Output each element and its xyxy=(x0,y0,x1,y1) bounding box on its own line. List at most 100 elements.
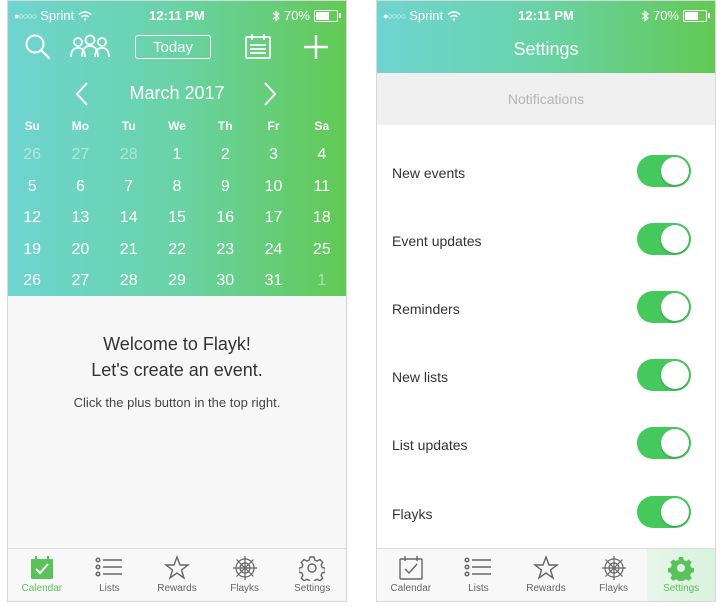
calendar-day[interactable]: 8 xyxy=(153,171,201,203)
list-icon xyxy=(95,557,123,577)
setting-toggle[interactable] xyxy=(637,223,691,255)
calendar-day[interactable]: 10 xyxy=(249,171,297,203)
tab-bar: Calendar Lists Rewards Flayks Settings xyxy=(8,548,346,601)
search-icon[interactable] xyxy=(24,33,52,66)
calendar-day[interactable]: 18 xyxy=(298,202,346,234)
tab-settings[interactable]: Settings xyxy=(278,549,346,601)
tab-calendar[interactable]: Calendar xyxy=(8,549,76,601)
settings-header: ●○○○○ Sprint 12:11 PM 70% Settings xyxy=(377,1,715,73)
weekday-label: Mo xyxy=(71,119,90,133)
calendar-day[interactable]: 20 xyxy=(56,234,104,266)
calendar-header: ●○○○○ Sprint 12:11 PM 70% Today March 20… xyxy=(8,1,346,296)
tab-lists[interactable]: Lists xyxy=(445,549,513,601)
tab-label-flayks: Flayks xyxy=(599,583,629,594)
calendar-day[interactable]: 4 xyxy=(298,139,346,171)
battery-fill xyxy=(316,11,329,20)
calendar-day[interactable]: 21 xyxy=(105,234,153,266)
setting-label: List updates xyxy=(392,437,468,453)
today-button[interactable]: Today xyxy=(135,35,211,59)
calendar-day[interactable]: 27 xyxy=(56,139,104,171)
calendar-day[interactable]: 19 xyxy=(8,234,56,266)
tab-rewards[interactable]: Rewards xyxy=(512,549,580,601)
battery-icon xyxy=(683,9,710,22)
status-bar: ●○○○○ Sprint 12:11 PM 70% xyxy=(8,1,346,29)
toggle-knob xyxy=(661,361,689,389)
calendar-day[interactable]: 12 xyxy=(8,202,56,234)
bluetooth-icon xyxy=(641,9,649,22)
setting-label: New events xyxy=(392,165,466,181)
bluetooth-icon xyxy=(272,9,280,22)
calendar-week: 19 20 21 22 23 24 25 xyxy=(8,234,346,266)
calendar-day[interactable]: 24 xyxy=(249,234,297,266)
weekday-header: Su Mo Tu We Th Fr Sa xyxy=(8,119,346,133)
weekday-label: We xyxy=(168,119,186,133)
calendar-day[interactable]: 1 xyxy=(153,139,201,171)
status-bar: ●○○○○ Sprint 12:11 PM 70% xyxy=(377,1,715,29)
setting-label: Event updates xyxy=(392,233,482,249)
toggle-knob xyxy=(661,429,689,457)
calendar-day[interactable]: 5 xyxy=(8,171,56,203)
calendar-day[interactable]: 1 xyxy=(298,265,346,297)
setting-toggle[interactable] xyxy=(637,155,691,187)
calendar-day[interactable]: 7 xyxy=(105,171,153,203)
calendar-day[interactable]: 31 xyxy=(249,265,297,297)
calendar-day[interactable]: 11 xyxy=(298,171,346,203)
tab-flayks[interactable]: Flayks xyxy=(211,549,279,601)
setting-toggle[interactable] xyxy=(637,496,691,528)
setting-toggle[interactable] xyxy=(637,359,691,391)
weekday-label: Fr xyxy=(267,119,280,133)
chevron-right-icon[interactable] xyxy=(262,81,278,112)
gear-icon xyxy=(668,557,695,581)
tab-rewards[interactable]: Rewards xyxy=(143,549,211,601)
welcome-title: Welcome to Flayk! xyxy=(103,334,251,354)
calendar-day[interactable]: 2 xyxy=(201,139,249,171)
plus-icon[interactable] xyxy=(302,33,330,66)
setting-toggle[interactable] xyxy=(637,291,691,323)
calendar-grid: 26 27 28 1 2 3 4 5 6 7 8 9 10 11 12 13 14 15 16 17 18 19 20 21 2… xyxy=(8,139,346,297)
tab-label-settings: Settings xyxy=(663,583,700,594)
calendar-check-icon xyxy=(30,556,53,579)
calendar-list-icon[interactable] xyxy=(244,33,272,66)
calendar-toolbar: Today xyxy=(8,29,346,71)
calendar-day[interactable]: 22 xyxy=(153,234,201,266)
calendar-day[interactable]: 9 xyxy=(201,171,249,203)
status-right: 70% xyxy=(641,8,710,23)
calendar-day[interactable]: 26 xyxy=(8,139,56,171)
calendar-day[interactable]: 27 xyxy=(56,265,104,297)
calendar-day[interactable]: 30 xyxy=(201,265,249,297)
calendar-day[interactable]: 23 xyxy=(201,234,249,266)
calendar-week: 12 13 14 15 16 17 18 xyxy=(8,202,346,234)
calendar-day[interactable]: 29 xyxy=(153,265,201,297)
calendar-day[interactable]: 6 xyxy=(56,171,104,203)
calendar-day[interactable]: 15 xyxy=(153,202,201,234)
tab-label-flayks: Flayks xyxy=(230,583,260,594)
calendar-day[interactable]: 16 xyxy=(201,202,249,234)
battery-percent: 70% xyxy=(283,8,310,23)
calendar-week: 5 6 7 8 9 10 11 xyxy=(8,171,346,203)
people-icon[interactable] xyxy=(68,33,112,66)
calendar-day[interactable]: 3 xyxy=(249,139,297,171)
tab-flayks[interactable]: Flayks xyxy=(580,549,648,601)
toggle-knob xyxy=(661,157,689,185)
battery-percent: 70% xyxy=(652,8,679,23)
tab-bar: Calendar Lists Rewards Flayks Settings xyxy=(377,548,715,601)
calendar-day[interactable]: 14 xyxy=(105,202,153,234)
calendar-day[interactable]: 26 xyxy=(8,265,56,297)
tab-label-rewards: Rewards xyxy=(526,583,566,594)
setting-toggle[interactable] xyxy=(637,427,691,459)
setting-row: Reminders xyxy=(377,289,715,329)
calendar-day[interactable]: 28 xyxy=(105,265,153,297)
calendar-day[interactable]: 17 xyxy=(249,202,297,234)
tab-calendar[interactable]: Calendar xyxy=(377,549,445,601)
flayk-icon xyxy=(601,556,626,580)
setting-row: New events xyxy=(377,153,715,193)
star-icon xyxy=(163,555,190,580)
setting-row: New lists xyxy=(377,357,715,397)
toggle-knob xyxy=(661,293,689,321)
tab-lists[interactable]: Lists xyxy=(76,549,144,601)
calendar-day[interactable]: 13 xyxy=(56,202,104,234)
calendar-day[interactable]: 25 xyxy=(298,234,346,266)
tab-settings[interactable]: Settings xyxy=(647,549,715,601)
calendar-day[interactable]: 28 xyxy=(105,139,153,171)
toggle-knob xyxy=(661,225,689,253)
